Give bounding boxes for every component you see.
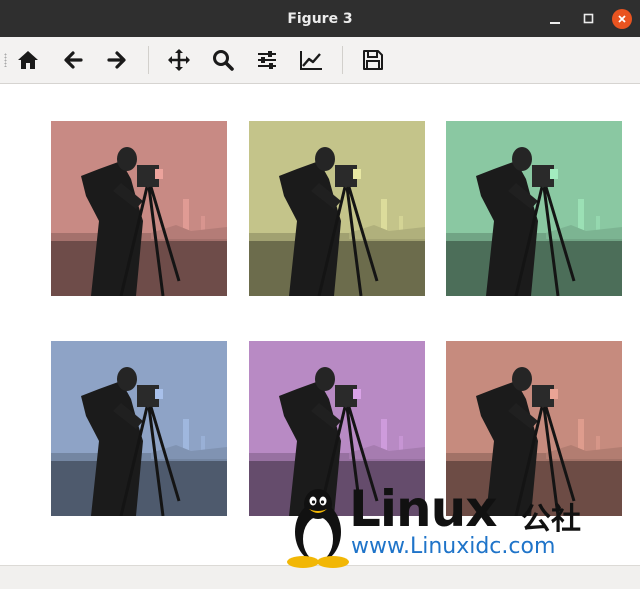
subplot-image[interactable] [249, 121, 425, 296]
arrow-left-icon [64, 51, 83, 69]
penguin-icon [287, 489, 349, 568]
floppy-disk-icon [363, 50, 383, 70]
line-chart-icon [300, 51, 322, 70]
toolbar-separator [148, 46, 149, 74]
watermark-word: Linux [349, 480, 497, 538]
forward-button[interactable] [101, 44, 133, 76]
navigation-toolbar [0, 37, 640, 84]
sliders-icon [258, 51, 276, 69]
minimize-icon [550, 21, 560, 24]
toolbar-grip[interactable] [4, 53, 7, 67]
window-titlebar: Figure 3 [0, 0, 640, 37]
edit-axes-button[interactable] [295, 44, 327, 76]
maximize-icon [583, 13, 594, 23]
subplot-image[interactable] [51, 121, 227, 296]
watermark-url: www.Linuxidc.com [351, 534, 556, 559]
watermark-cn: 公社 [521, 502, 581, 537]
subplot-image[interactable] [51, 341, 227, 516]
toolbar-separator [342, 46, 343, 74]
window-title: Figure 3 [287, 10, 353, 27]
minimize-button[interactable] [543, 0, 567, 37]
save-button[interactable] [357, 44, 389, 76]
pan-button[interactable] [163, 44, 195, 76]
watermark-logo: Linux 公社 www.Linuxidc.com [283, 480, 603, 568]
zoom-button[interactable] [207, 44, 239, 76]
magnifier-icon [213, 50, 234, 71]
move-icon [168, 49, 190, 71]
status-bar [0, 565, 640, 589]
home-icon [18, 51, 38, 69]
maximize-button[interactable] [577, 0, 601, 37]
arrow-right-icon [107, 51, 126, 69]
subplot-image[interactable] [446, 121, 622, 296]
back-button[interactable] [57, 44, 89, 76]
configure-subplots-button[interactable] [251, 44, 283, 76]
close-button[interactable] [610, 0, 634, 37]
close-icon [612, 8, 632, 29]
home-button[interactable] [12, 44, 44, 76]
